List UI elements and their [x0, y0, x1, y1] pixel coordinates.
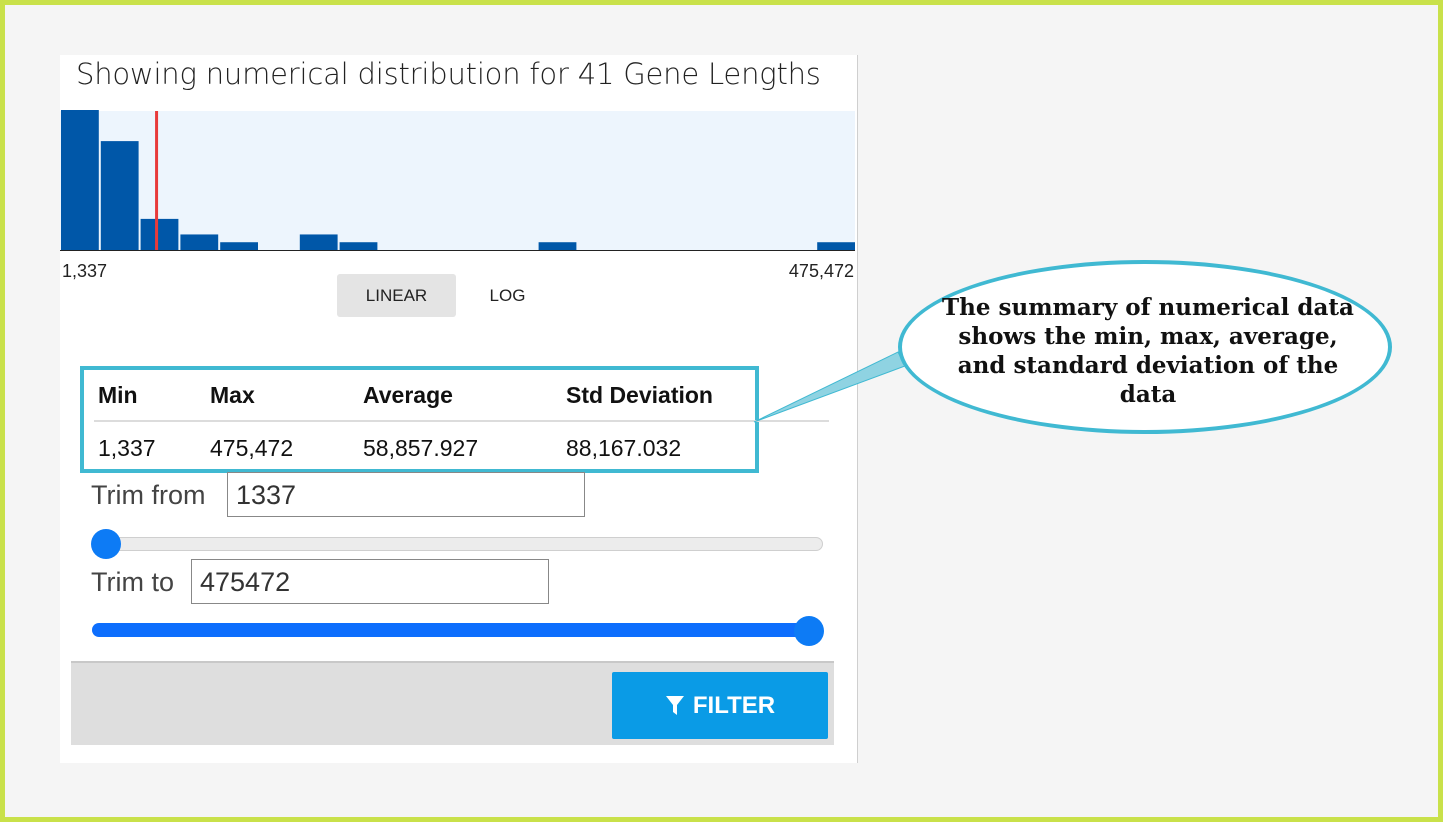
trim-to-input[interactable]: 475472 — [191, 559, 549, 604]
distribution-panel: Showing numerical distribution for 41 Ge… — [60, 55, 857, 763]
histogram-svg — [60, 110, 856, 251]
filter-footer: FILTER — [71, 661, 834, 745]
stats-value-min: 1,337 — [98, 435, 156, 461]
filter-icon — [665, 695, 684, 715]
panel-edge — [855, 55, 858, 763]
trim-from-slider-handle[interactable] — [91, 529, 121, 559]
histogram-chart — [60, 108, 856, 251]
histogram-bar — [100, 141, 139, 250]
stats-value-std: 88,167.032 — [566, 435, 682, 461]
histogram-bar — [299, 234, 338, 250]
axis-min-label: 1,337 — [62, 261, 108, 281]
annotation-text: The summary of numerical data shows the … — [942, 294, 1354, 408]
filter-button[interactable]: FILTER — [612, 672, 828, 739]
histogram-background — [60, 111, 856, 250]
stats-summary-table: Min Max Average Std Deviation 1,337 475,… — [80, 366, 829, 473]
histogram-bar — [220, 242, 258, 250]
stats-header-std: Std Deviation — [566, 382, 713, 408]
log-scale-button[interactable]: LOG — [475, 274, 540, 317]
stats-value-average: 58,857.927 — [363, 435, 479, 461]
trim-from-slider[interactable] — [92, 537, 823, 551]
trim-from-input[interactable]: 1337 — [227, 472, 585, 517]
stats-value-max: 475,472 — [210, 435, 294, 461]
trim-to-label: Trim to — [91, 567, 174, 597]
trim-to-slider[interactable] — [92, 623, 823, 637]
histogram-bar — [339, 242, 378, 250]
histogram-bar — [180, 234, 219, 250]
trim-to-slider-handle[interactable] — [794, 616, 824, 646]
axis-max-label: 475,472 — [788, 261, 854, 281]
panel-title: Showing numerical distribution for 41 Ge… — [76, 57, 821, 91]
histogram-bar — [140, 218, 179, 250]
stats-divider — [94, 420, 829, 422]
linear-scale-button[interactable]: LINEAR — [337, 274, 456, 317]
histogram-bar — [61, 110, 99, 250]
stats-header-average: Average — [363, 382, 453, 408]
trim-from-label: Trim from — [91, 480, 206, 510]
histogram-bar — [538, 242, 577, 250]
stats-header-min: Min — [98, 382, 138, 408]
histogram-bar — [817, 242, 855, 250]
filter-button-label: FILTER — [692, 691, 776, 719]
stats-header-max: Max — [210, 382, 255, 408]
